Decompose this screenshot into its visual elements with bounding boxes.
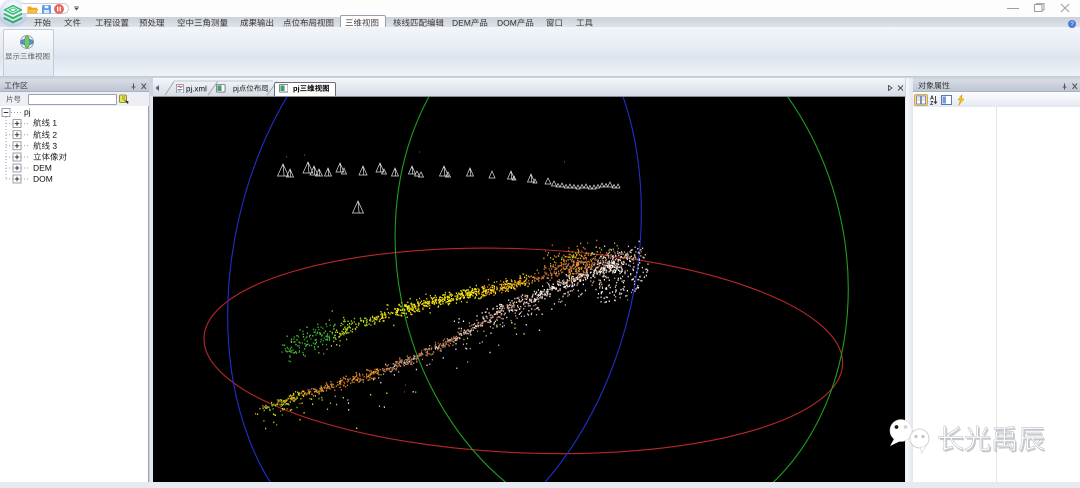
svg-text:Z: Z — [930, 101, 934, 106]
